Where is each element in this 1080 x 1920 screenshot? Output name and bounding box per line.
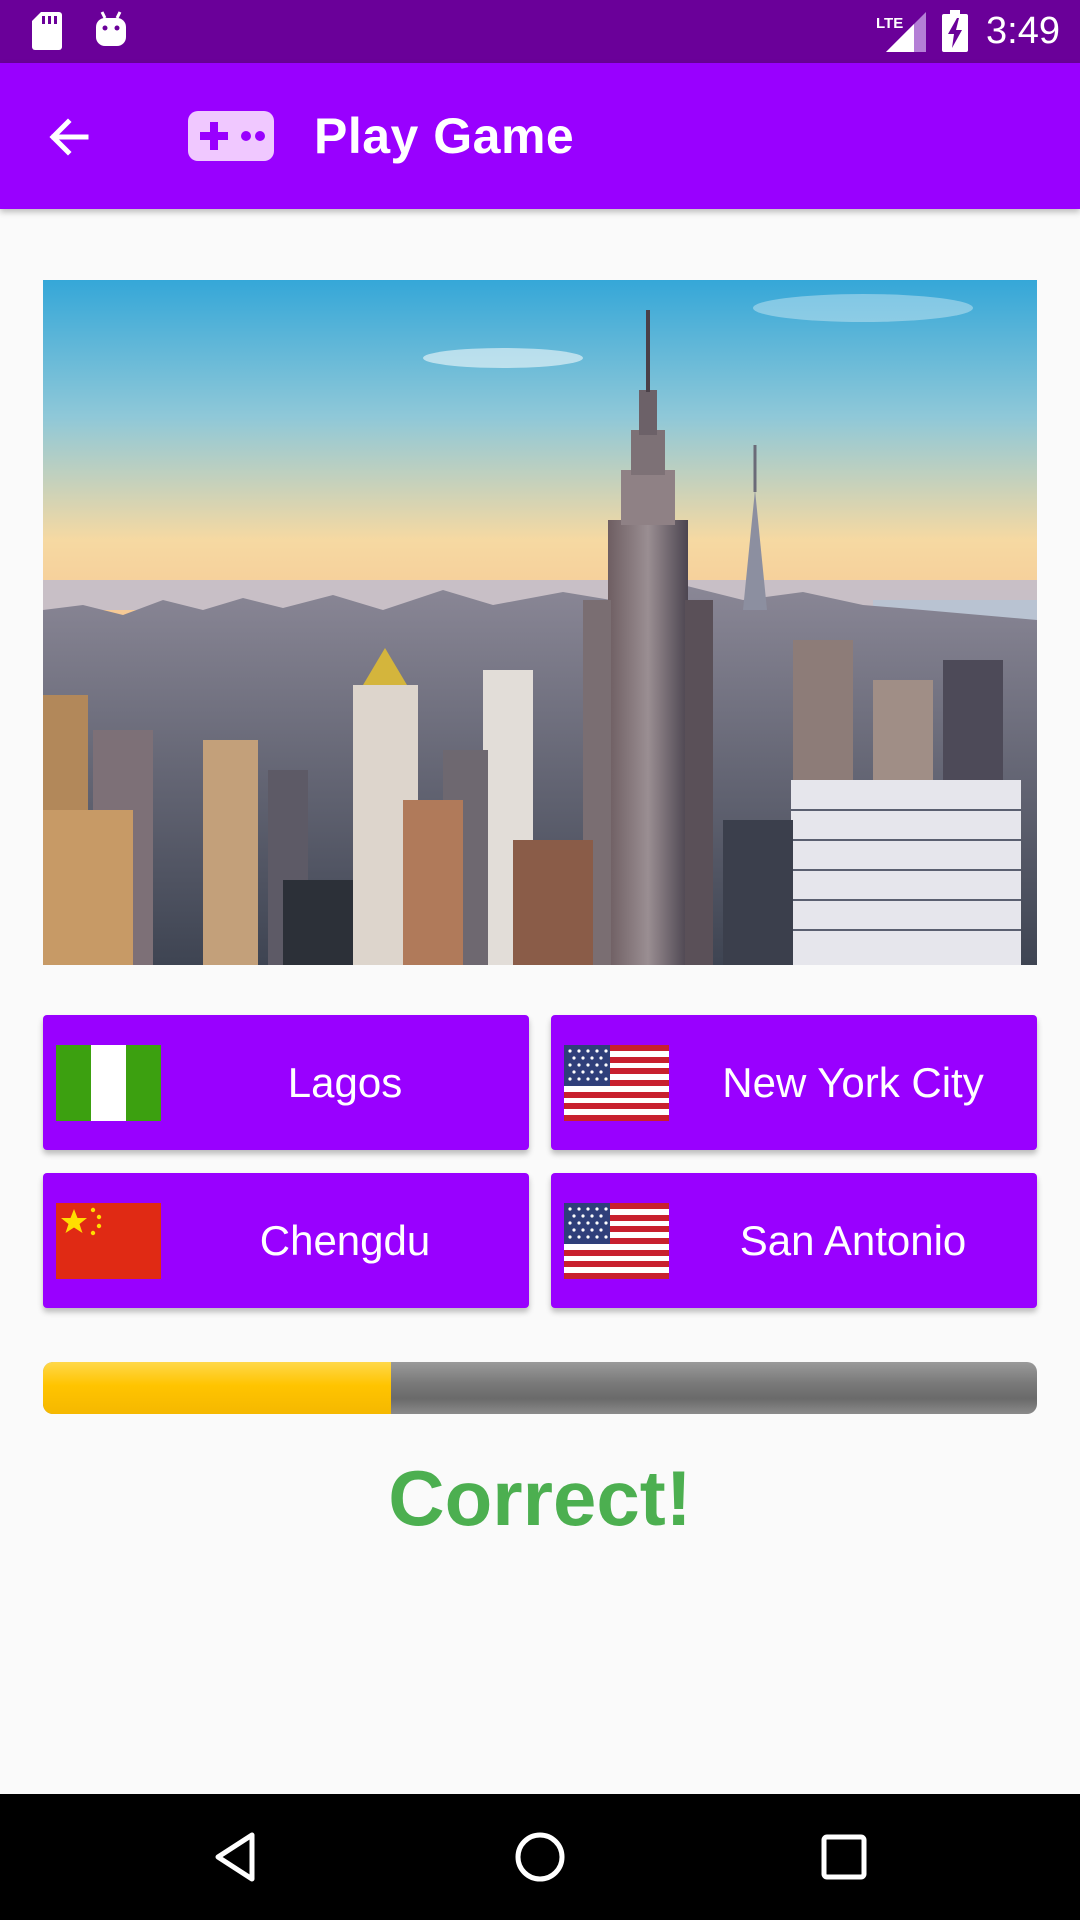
navigation-bar (0, 1794, 1080, 1920)
home-circle-icon[interactable] (510, 1827, 570, 1887)
app-bar: Play Game (0, 63, 1080, 209)
china-flag-icon (56, 1203, 161, 1279)
answer-label: San Antonio (739, 1217, 967, 1264)
usa-flag-icon (564, 1045, 669, 1121)
progress-fill (43, 1362, 391, 1414)
arrow-left-icon[interactable] (42, 110, 96, 164)
answer-label: New York City (722, 1059, 984, 1106)
usa-flag-icon (564, 1203, 669, 1279)
result-message: Correct! (388, 1454, 692, 1542)
battery-charging-icon (942, 10, 968, 52)
back-triangle-icon[interactable] (206, 1827, 266, 1887)
progress-bar (43, 1362, 1037, 1414)
nigeria-flag-icon (56, 1045, 161, 1121)
android-icon (96, 11, 126, 46)
answer-button-chengdu[interactable]: Chengdu (43, 1173, 529, 1308)
answer-button-lagos[interactable]: Lagos (43, 1015, 529, 1150)
svg-text:LTE: LTE (876, 15, 903, 32)
answer-button-san-antonio[interactable]: San Antonio (551, 1173, 1037, 1308)
status-bar: LTE 3:49 (0, 0, 1080, 63)
page-title: Play Game (314, 108, 575, 164)
lte-signal-icon: LTE (876, 12, 926, 52)
status-clock: 3:49 (986, 10, 1060, 52)
answer-label: Chengdu (259, 1217, 431, 1264)
answer-label: Lagos (287, 1059, 403, 1106)
city-skyline-image (43, 280, 1037, 965)
gamepad-icon (188, 111, 274, 161)
sd-card-icon (32, 12, 62, 50)
answer-button-new-york-city[interactable]: New York City (551, 1015, 1037, 1150)
recents-square-icon[interactable] (814, 1827, 874, 1887)
